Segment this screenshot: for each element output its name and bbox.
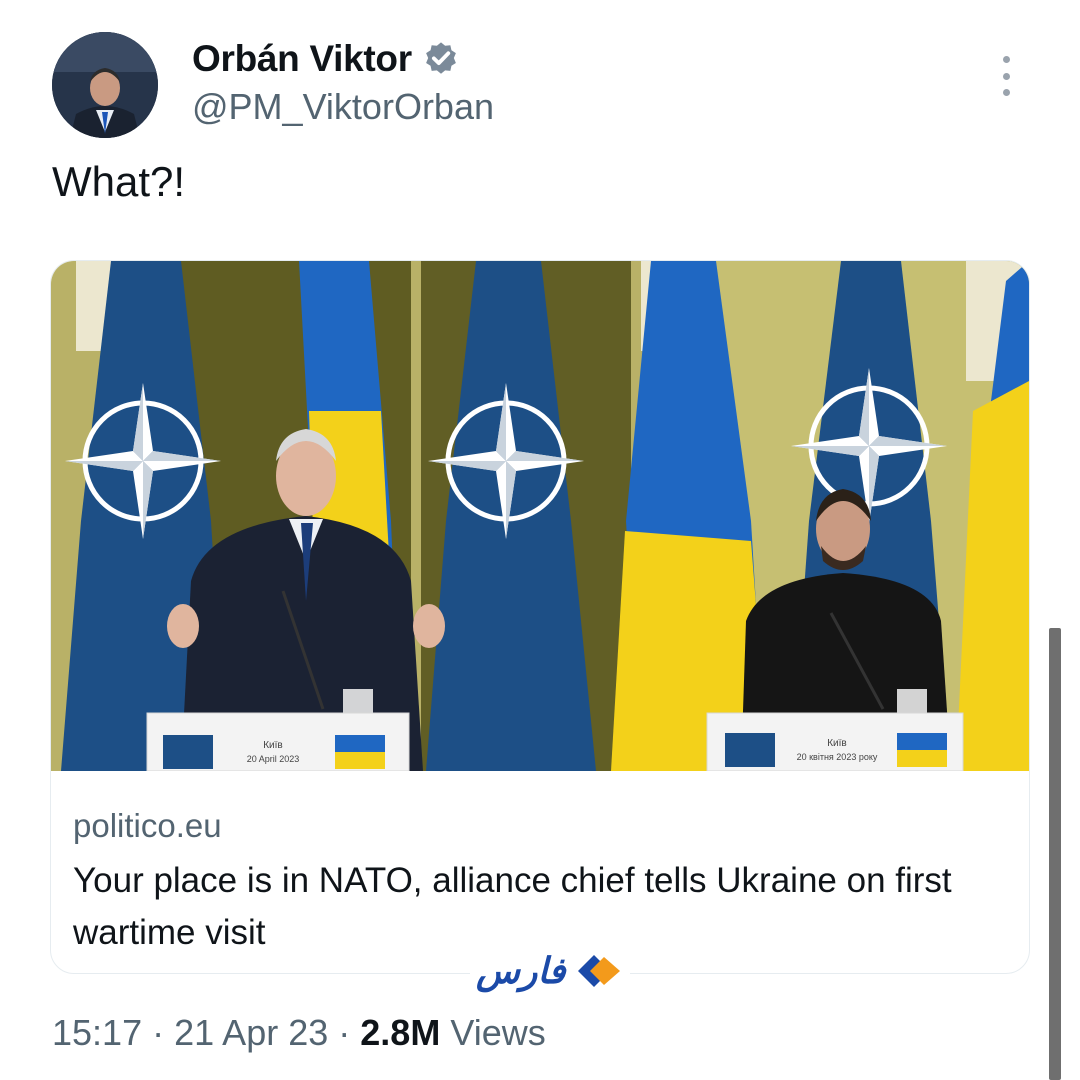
link-preview-card[interactable]: Київ 20 April 2023 Київ 20 квітня 2023 р…: [50, 260, 1030, 974]
podium-right-label: Київ: [827, 738, 847, 749]
watermark-logo-icon: [577, 955, 620, 987]
scrollbar[interactable]: [1049, 628, 1061, 1080]
podium-left-date: 20 April 2023: [247, 754, 300, 764]
more-options-icon[interactable]: [992, 56, 1020, 96]
podium-left-label: Київ: [263, 740, 283, 751]
display-name-row: Orbán Viktor: [192, 38, 460, 80]
user-handle[interactable]: @PM_ViktorOrban: [192, 86, 494, 128]
tweet-time[interactable]: 15:17: [52, 1012, 142, 1053]
avatar-portrait: [52, 32, 158, 138]
views-count: 2.8M: [360, 1012, 441, 1053]
verified-badge-icon: [425, 42, 456, 74]
meta-separator: ·: [152, 1012, 165, 1053]
display-name[interactable]: Orbán Viktor: [192, 38, 412, 80]
more-dot: [1002, 56, 1010, 63]
more-dot: [1002, 89, 1010, 96]
tweet-date[interactable]: 21 Apr 23: [174, 1012, 328, 1053]
profile-avatar[interactable]: [52, 32, 158, 138]
card-domain: politico.eu: [73, 807, 222, 844]
watermark: فارس: [470, 948, 630, 994]
tweet-meta: 15:17 · 21 Apr 23 · 2.8M Views: [52, 1012, 546, 1054]
card-image[interactable]: Київ 20 April 2023 Київ 20 квітня 2023 р…: [51, 261, 1029, 771]
podium-right-date: 20 квітня 2023 року: [797, 752, 878, 762]
more-dot: [1002, 72, 1010, 80]
card-title[interactable]: Your place is in NATO, alliance chief te…: [73, 855, 1013, 959]
watermark-text: فارس: [476, 950, 566, 992]
meta-separator: ·: [338, 1012, 351, 1053]
tweet-text: What?!: [52, 158, 186, 205]
views-label: Views: [450, 1012, 546, 1053]
